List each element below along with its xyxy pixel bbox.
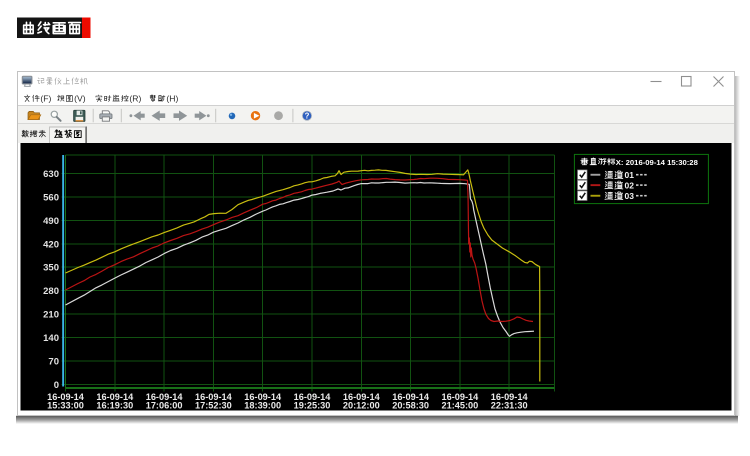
svg-text:X: 2016-09-14 15:30:28: X: 2016-09-14 15:30:28: [616, 158, 699, 167]
svg-text:20:12:00: 20:12:00: [343, 401, 380, 411]
svg-text:18:39:00: 18:39:00: [244, 401, 281, 411]
svg-text:20:58:30: 20:58:30: [392, 401, 429, 411]
svg-text:(F): (F): [40, 93, 51, 103]
svg-text:(H): (H): [166, 93, 178, 103]
svg-text:21:45:00: 21:45:00: [442, 401, 479, 411]
svg-text:490: 490: [43, 216, 59, 227]
svg-text:140: 140: [43, 333, 59, 344]
svg-text:280: 280: [43, 286, 59, 297]
svg-text:(V): (V): [74, 93, 86, 103]
svg-text:19:25:30: 19:25:30: [294, 401, 331, 411]
svg-text:02: 02: [625, 181, 635, 191]
svg-text:210: 210: [43, 310, 59, 321]
svg-text:01: 01: [625, 170, 635, 180]
svg-text:17:06:00: 17:06:00: [146, 401, 183, 411]
svg-text:22:31:30: 22:31:30: [491, 401, 528, 411]
svg-text:(R): (R): [129, 93, 141, 103]
svg-text:16:19:30: 16:19:30: [96, 401, 133, 411]
svg-text:03: 03: [625, 191, 635, 201]
svg-text:15:33:00: 15:33:00: [47, 401, 84, 411]
svg-text:350: 350: [43, 263, 59, 274]
svg-text:70: 70: [48, 356, 59, 367]
svg-text:0: 0: [54, 380, 59, 391]
svg-text:?: ?: [305, 112, 310, 121]
svg-text:630: 630: [43, 169, 59, 180]
svg-text:17:52:30: 17:52:30: [195, 401, 232, 411]
svg-text:560: 560: [43, 192, 59, 203]
svg-text:420: 420: [43, 239, 59, 250]
